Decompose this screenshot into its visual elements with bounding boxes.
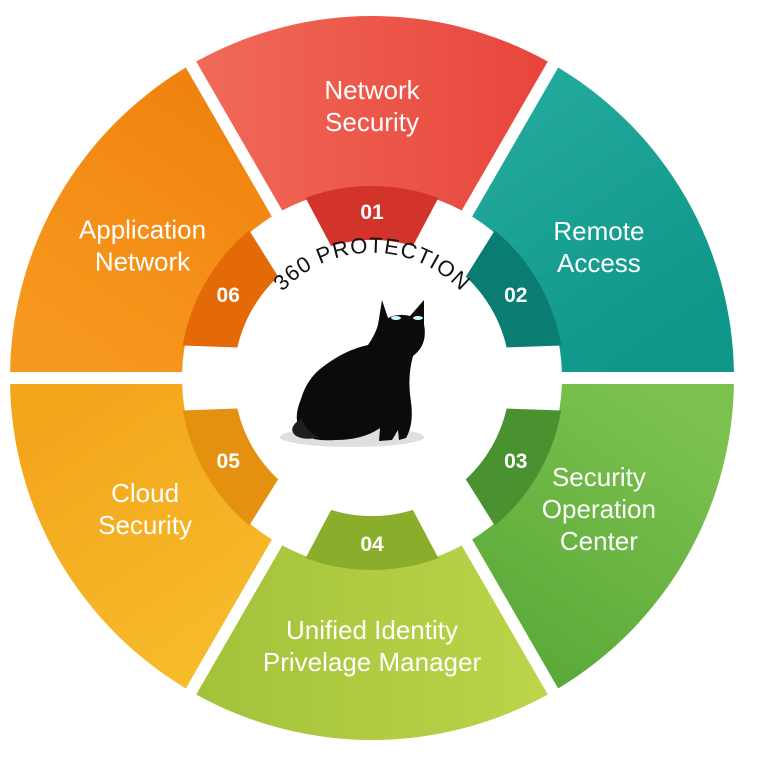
- segment-06-number: 06: [217, 284, 240, 307]
- segment-05-number: 05: [217, 450, 241, 473]
- segment-04-number: 04: [360, 533, 384, 556]
- protection-wheel-diagram: Network SecurityRemote AccessSecurity Opera…: [10, 15, 734, 741]
- segment-01-number: 01: [360, 201, 384, 224]
- segment-03-number: 03: [504, 450, 527, 473]
- segment-02-number: 02: [504, 284, 527, 307]
